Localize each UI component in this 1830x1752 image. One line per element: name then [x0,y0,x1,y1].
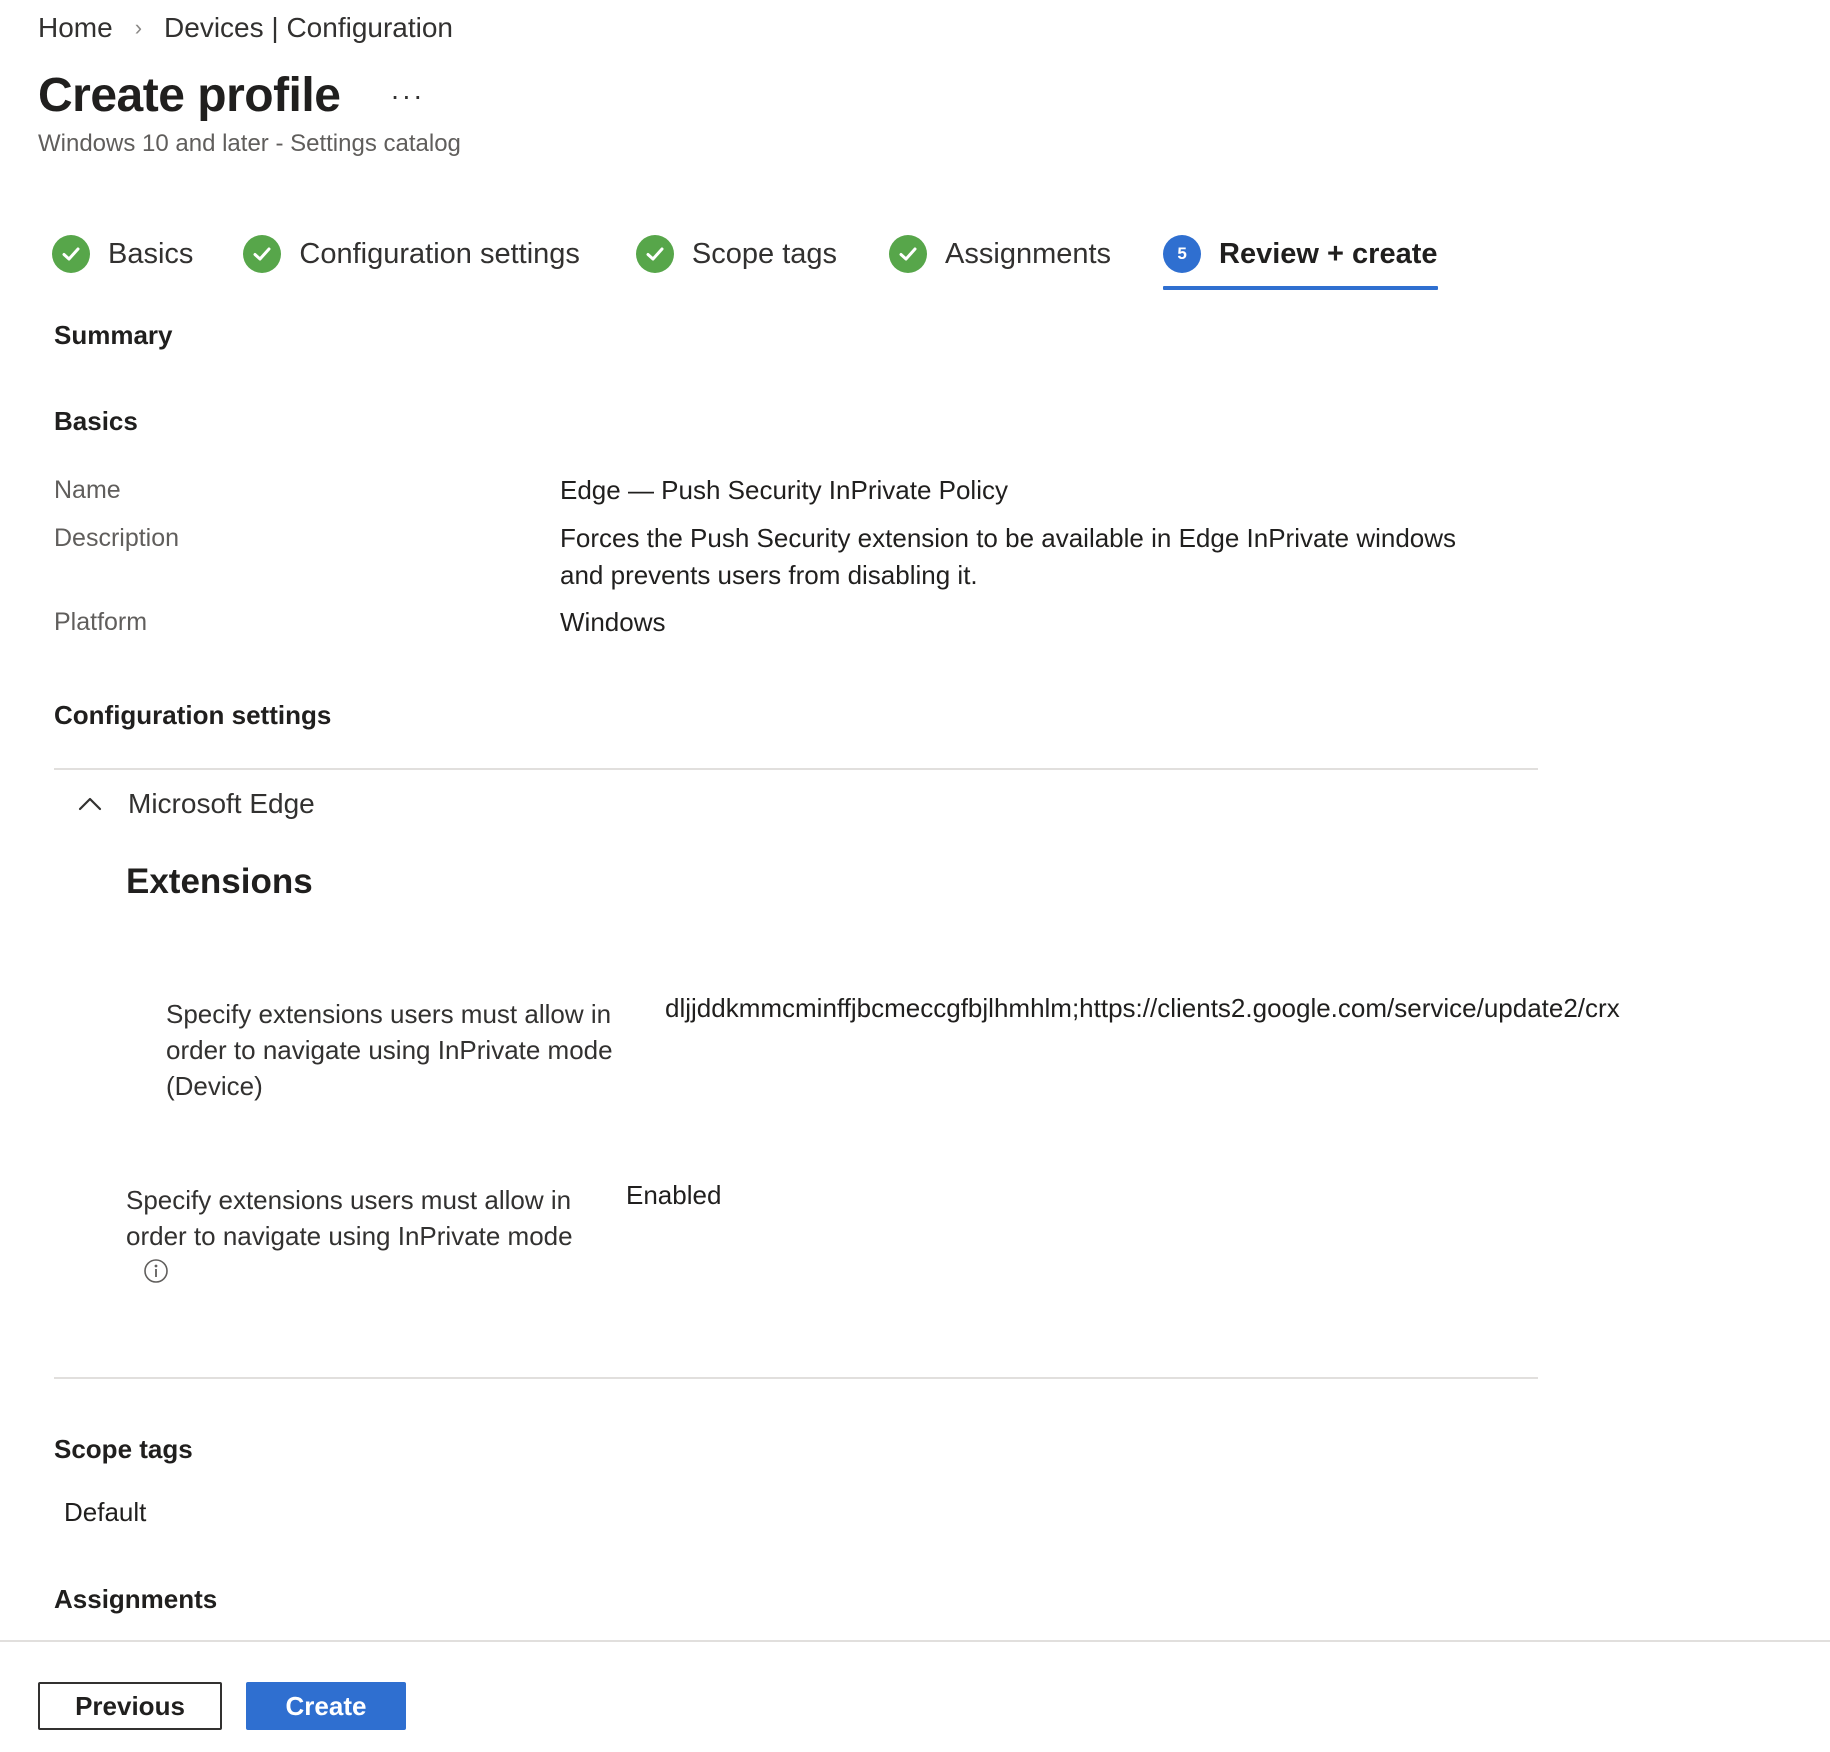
label-line: Specify extensions users must allow in [166,999,612,1029]
label-line: Specify extensions users must allow in [126,1185,572,1215]
configuration-settings-heading: Configuration settings [54,700,332,730]
page-subtitle: Windows 10 and later - Settings catalog [38,130,461,157]
tab-configuration-settings[interactable]: Configuration settings [243,232,580,276]
device-setting-value: dljjddkmmcminffjbcmeccgfbjlhmhlm;https:/… [665,993,1620,1023]
name-label: Name [54,476,121,504]
tab-label: Review + create [1219,237,1438,270]
divider [54,1377,1538,1379]
tab-label: Scope tags [691,237,838,270]
name-value: Edge — Push Security InPrivate Policy [560,475,1008,505]
platform-label: Platform [54,608,148,636]
info-icon[interactable] [143,1258,169,1284]
group-label: Microsoft Edge [128,788,315,819]
description-value: Forces the Push Security extension to be… [560,520,1460,594]
check-circle-icon [635,235,674,273]
breadcrumb: Home › Devices | Configuration [38,12,453,44]
tab-label: Configuration settings [299,237,580,270]
chevron-up-icon [78,797,102,811]
extensions-heading: Extensions [126,862,313,901]
basics-heading: Basics [54,406,138,436]
tab-label: Basics [108,237,194,270]
description-line: Forces the Push Security extension to be… [560,523,1457,553]
description-label: Description [54,524,180,552]
setting-value: Enabled [626,1180,722,1210]
label-line: order to navigate using InPrivate mode [126,1221,573,1251]
platform-value: Windows [560,607,666,637]
wizard-steps: Basics Configuration settings Scope tags… [52,232,1438,292]
create-button[interactable]: Create [246,1682,406,1730]
summary-heading: Summary [54,320,173,350]
tab-review-create[interactable]: 5 Review + create [1163,232,1438,290]
check-circle-icon [243,235,282,273]
check-circle-icon [889,235,928,273]
tab-basics[interactable]: Basics [52,232,193,276]
more-options-icon[interactable]: ··· [390,80,424,112]
tab-assignments[interactable]: Assignments [889,232,1111,276]
footer-divider [0,1640,1830,1642]
device-setting-label: Specify extensions users must allow in o… [166,996,626,1104]
label-line: order to navigate using InPrivate mode [166,1035,613,1065]
page-title: Create profile [38,69,341,122]
scope-tags-heading: Scope tags [54,1434,193,1464]
label-line: (Device) [166,1071,263,1101]
setting-label: Specify extensions users must allow in o… [126,1182,606,1254]
previous-button[interactable]: Previous [38,1682,222,1730]
tab-label: Assignments [945,237,1112,270]
title-row: Create profile ··· [38,68,424,123]
description-line: and prevents users from disabling it. [560,560,978,590]
microsoft-edge-group-toggle[interactable]: Microsoft Edge [76,788,315,820]
assignments-heading: Assignments [54,1584,218,1614]
step-number-badge: 5 [1163,235,1202,273]
scope-tag-value: Default [64,1497,147,1527]
divider [54,768,1538,770]
breadcrumb-home-link[interactable]: Home [38,12,113,44]
breadcrumb-devices-link[interactable]: Devices | Configuration [164,12,453,44]
check-circle-icon [52,235,90,273]
tab-scope-tags[interactable]: Scope tags [635,232,838,276]
chevron-right-icon: › [134,15,143,40]
